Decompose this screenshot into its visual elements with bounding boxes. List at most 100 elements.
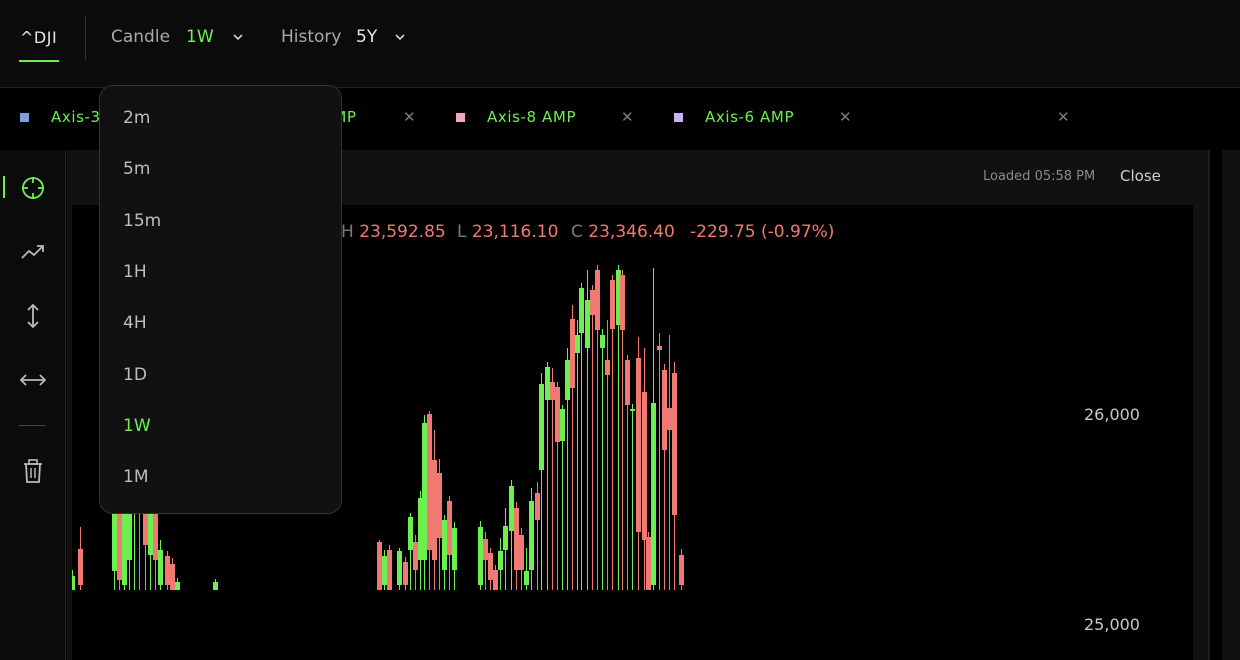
close-key: C xyxy=(571,222,583,242)
candle-body xyxy=(158,550,163,585)
change-readout: -229.75 (-0.97%) xyxy=(690,222,834,242)
candle-chevron-down-icon[interactable] xyxy=(231,30,245,44)
candle-body xyxy=(610,280,615,329)
series-color-swatch xyxy=(456,113,465,122)
candle-body xyxy=(575,335,580,353)
candle-body xyxy=(524,571,529,585)
candle-body xyxy=(667,408,672,430)
candle-body xyxy=(447,501,452,555)
series-tab-close-icon[interactable]: ✕ xyxy=(621,108,634,126)
series-tab-close-icon[interactable]: ✕ xyxy=(839,108,852,126)
panel-border xyxy=(1208,150,1210,660)
close-button[interactable]: Close xyxy=(1120,167,1161,185)
candle-body xyxy=(488,553,493,580)
candle-body xyxy=(503,526,508,550)
ticker-active-indicator xyxy=(19,60,59,62)
close-value: 23,346.40 xyxy=(588,222,675,242)
candle-body xyxy=(662,370,667,450)
interval-option[interactable]: 2m xyxy=(123,108,150,128)
price-tick: 25,000 xyxy=(1084,615,1140,634)
candle-value[interactable]: 1W xyxy=(186,27,214,47)
candle-body xyxy=(498,551,503,570)
interval-option[interactable]: 5m xyxy=(123,159,150,179)
header-bar xyxy=(0,12,1240,88)
horizontal-resize-icon[interactable] xyxy=(20,367,46,393)
candle-body xyxy=(427,414,432,550)
candle-body xyxy=(605,360,610,375)
interval-option[interactable]: 1W xyxy=(123,416,151,436)
tool-rail xyxy=(0,150,66,660)
candle-body xyxy=(651,403,656,585)
candle-body xyxy=(437,473,442,538)
candle-body xyxy=(153,509,158,560)
candle-body xyxy=(600,335,605,348)
series-color-swatch xyxy=(674,113,683,122)
candle-label[interactable]: Candle xyxy=(111,27,170,47)
candle-body xyxy=(422,423,427,560)
candle-body xyxy=(672,373,677,515)
series-color-swatch xyxy=(20,113,29,122)
history-label[interactable]: History xyxy=(281,27,341,47)
candle-body xyxy=(514,508,519,570)
candle-body xyxy=(432,460,437,560)
interval-option[interactable]: 4H xyxy=(123,313,147,333)
candle-body xyxy=(213,582,218,590)
candle-body xyxy=(493,570,498,590)
interval-option[interactable]: 15m xyxy=(123,211,161,231)
adjacent-panel xyxy=(1222,150,1240,660)
candle-body xyxy=(382,556,387,585)
top-strip xyxy=(0,0,1240,12)
candle-body xyxy=(560,409,565,441)
low-value: 23,116.10 xyxy=(471,222,559,242)
candle-body xyxy=(550,382,555,400)
candle-body xyxy=(570,319,575,388)
candle-body xyxy=(529,501,534,570)
candle-body xyxy=(413,542,418,570)
candle-body xyxy=(625,360,630,405)
ticker-symbol[interactable]: ^DJI xyxy=(20,28,57,47)
history-chevron-down-icon[interactable] xyxy=(393,30,407,44)
interval-option[interactable]: 1D xyxy=(123,365,147,385)
history-value[interactable]: 5Y xyxy=(356,27,377,47)
candle-body xyxy=(679,555,684,585)
series-tab-label[interactable]: Axis-6 AMP xyxy=(705,108,794,126)
candle-body xyxy=(636,358,641,532)
candle-body xyxy=(377,542,382,590)
candle-body xyxy=(630,409,635,411)
low-key: L xyxy=(457,222,467,242)
candle-body xyxy=(642,392,647,540)
interval-option[interactable]: 1H xyxy=(123,262,147,282)
loaded-timestamp: Loaded 05:58 PM xyxy=(983,169,1096,184)
candle-body xyxy=(78,549,83,585)
tool-rail-divider xyxy=(19,425,46,426)
candle-body xyxy=(478,527,483,585)
vertical-resize-icon[interactable] xyxy=(20,303,46,329)
change-value: -229.75 (-0.97%) xyxy=(690,222,835,242)
series-tab-close-icon[interactable]: ✕ xyxy=(1057,108,1070,126)
candle-body xyxy=(646,537,651,590)
crosshair-icon[interactable] xyxy=(20,175,46,201)
series-tab-label[interactable]: Axis-8 AMP xyxy=(487,108,576,126)
candle-body xyxy=(175,582,180,590)
trend-icon[interactable] xyxy=(20,239,46,265)
series-tab-close-icon[interactable]: ✕ xyxy=(403,108,416,126)
candle-body xyxy=(397,551,402,585)
trash-icon[interactable] xyxy=(20,458,46,484)
high-value: 23,592.85 xyxy=(359,222,446,242)
candle-body xyxy=(148,510,153,555)
candle-body xyxy=(403,562,408,585)
candle-body xyxy=(657,346,662,350)
high-key: H xyxy=(341,222,354,242)
candle-body xyxy=(387,550,392,590)
low-readout: L 23,116.10 xyxy=(457,222,558,242)
candle-body xyxy=(539,384,544,470)
candle-body xyxy=(595,270,600,330)
close-readout: C 23,346.40 xyxy=(571,222,675,242)
candle-body xyxy=(535,493,540,520)
candle-body xyxy=(565,360,570,400)
candle-body xyxy=(585,300,590,348)
candle-body xyxy=(170,564,175,590)
candle-body xyxy=(72,576,75,590)
interval-option[interactable]: 1M xyxy=(123,467,148,487)
candle-body xyxy=(555,387,560,442)
